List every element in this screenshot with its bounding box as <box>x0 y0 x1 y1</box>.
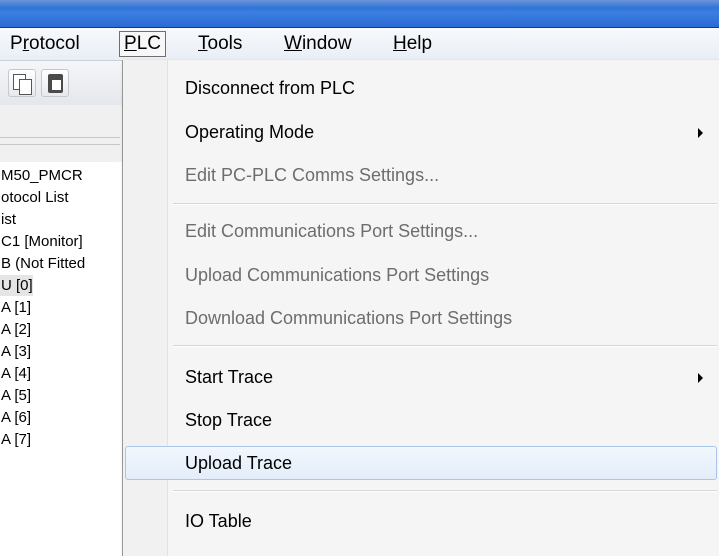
submenu-arrow-icon <box>698 128 703 138</box>
tree-item[interactable]: A [2] <box>0 319 31 340</box>
menu-window-label: Window <box>284 33 352 54</box>
menu-item-label: Disconnect from PLC <box>185 78 356 98</box>
tree-item[interactable]: A [5] <box>0 385 31 406</box>
menu-protocol-label: Protocol <box>10 33 80 54</box>
paste-button[interactable] <box>41 69 69 97</box>
menu-separator <box>173 490 717 492</box>
tree-item[interactable]: B (Not Fitted <box>0 253 85 274</box>
menu-item-label: Start Trace <box>185 367 274 387</box>
menu-bar: Protocol PLC Tools Window Help <box>0 28 719 61</box>
tree-item[interactable]: M50_PMCR <box>0 165 83 186</box>
menu-item-stop-trace[interactable]: Stop Trace <box>125 403 717 437</box>
menu-separator <box>173 203 717 205</box>
tree-item[interactable]: C1 [Monitor] <box>0 231 83 252</box>
tree-item[interactable]: otocol List <box>0 187 69 208</box>
menu-item-upload-communications-port-settings[interactable]: Upload Communications Port Settings <box>125 258 717 292</box>
menu-item-start-trace[interactable]: Start Trace <box>125 360 717 394</box>
menu-item-label: Edit Communications Port Settings... <box>185 221 479 241</box>
menu-item-upload-trace[interactable]: Upload Trace <box>125 446 717 480</box>
menu-separator <box>173 345 717 347</box>
menu-item-label: Operating Mode <box>185 122 315 142</box>
menu-tools-label: Tools <box>198 33 243 54</box>
menu-item-label: Stop Trace <box>185 410 273 430</box>
menu-plc-label: PLC <box>124 33 161 54</box>
title-bar <box>0 0 719 28</box>
menu-plc[interactable]: PLC <box>119 31 166 57</box>
menu-window[interactable]: Window <box>280 31 356 57</box>
submenu-arrow-icon <box>698 373 703 383</box>
toolbar-divider <box>0 137 120 138</box>
menu-item-disconnect-from-plc[interactable]: Disconnect from PLC <box>125 71 717 105</box>
toolbar-divider-2 <box>0 144 120 145</box>
menu-help[interactable]: Help <box>389 31 436 57</box>
tree-item[interactable]: A [1] <box>0 297 31 318</box>
menu-item-io-table[interactable]: IO Table <box>125 504 717 538</box>
menu-item-label: Upload Trace <box>185 453 293 473</box>
menu-item-label: Edit PC-PLC Comms Settings... <box>185 165 440 185</box>
tree-item-selected[interactable]: U [0] <box>0 275 33 296</box>
project-tree[interactable]: M50_PMCR otocol List ist C1 [Monitor] B … <box>0 162 123 556</box>
menu-item-label: IO Table <box>185 511 252 531</box>
plc-dropdown-menu: Disconnect from PLC Operating Mode Edit … <box>122 60 719 556</box>
menu-item-edit-communications-port-settings[interactable]: Edit Communications Port Settings... <box>125 214 717 248</box>
toolbar <box>0 61 130 105</box>
title-bar-shine <box>0 0 719 8</box>
menu-item-operating-mode[interactable]: Operating Mode <box>125 115 717 149</box>
tree-item[interactable]: ist <box>0 209 16 230</box>
paste-icon <box>48 74 63 93</box>
copy-button[interactable] <box>8 69 36 97</box>
menu-tools[interactable]: Tools <box>194 31 246 57</box>
menu-item-edit-pc-plc-comms-settings[interactable]: Edit PC-PLC Comms Settings... <box>125 158 717 192</box>
menu-item-label: Upload Communications Port Settings <box>185 265 490 285</box>
tree-item[interactable]: A [3] <box>0 341 31 362</box>
tree-item[interactable]: A [6] <box>0 407 31 428</box>
tree-item[interactable]: A [4] <box>0 363 31 384</box>
menu-help-label: Help <box>393 33 433 54</box>
menu-protocol[interactable]: Protocol <box>6 31 84 57</box>
menu-item-label: Download Communications Port Settings <box>185 308 513 328</box>
tree-item[interactable]: A [7] <box>0 429 31 450</box>
menu-item-download-communications-port-settings[interactable]: Download Communications Port Settings <box>125 301 717 335</box>
